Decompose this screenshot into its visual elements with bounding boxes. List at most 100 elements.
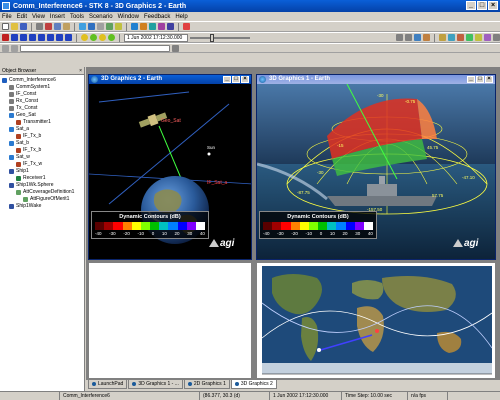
3d-vector-icon[interactable] bbox=[466, 34, 473, 41]
help-icon[interactable] bbox=[183, 23, 190, 30]
tab-3d-graphics-1[interactable]: 3D Graphics 1 - ... bbox=[128, 380, 183, 389]
increase-step-icon[interactable] bbox=[65, 34, 72, 41]
normal-mode-icon[interactable] bbox=[99, 34, 106, 41]
tree-item[interactable]: IF_Tx_w bbox=[0, 161, 84, 168]
ship-icon bbox=[9, 183, 14, 188]
menu-file[interactable]: File bbox=[2, 14, 12, 20]
tree-item[interactable]: Ship1Wk.Sphere bbox=[0, 182, 84, 189]
close-button[interactable]: × bbox=[485, 76, 493, 83]
minimize-button[interactable]: _ bbox=[223, 76, 231, 83]
sat-label: IF_Sat_a bbox=[207, 180, 228, 186]
menu-scenario[interactable]: Scenario bbox=[89, 14, 113, 20]
x-real-time-icon[interactable] bbox=[90, 34, 97, 41]
tab-2d-graphics-1[interactable]: 2D Graphics 1 bbox=[183, 380, 230, 389]
maximize-button[interactable]: □ bbox=[232, 76, 240, 83]
time-slider[interactable] bbox=[190, 33, 250, 42]
tree-item[interactable]: IF_Tx_b bbox=[0, 133, 84, 140]
object-browser-close-icon[interactable]: × bbox=[79, 67, 82, 74]
minimize-button[interactable]: _ bbox=[467, 76, 475, 83]
zoom-out-icon[interactable] bbox=[405, 34, 412, 41]
open-icon[interactable] bbox=[11, 23, 18, 30]
reset-icon[interactable] bbox=[2, 34, 9, 41]
print-icon[interactable] bbox=[36, 23, 43, 30]
tree-item[interactable]: AttCoverageDefinition1 bbox=[0, 189, 84, 196]
tree-item[interactable]: Tx_Const bbox=[0, 105, 84, 112]
step-back-icon[interactable] bbox=[11, 34, 18, 41]
graphics-window-earth1[interactable]: 3D Graphics 1 - Earth _ □ × -30 -0.75 -1… bbox=[256, 74, 496, 260]
copy-icon[interactable] bbox=[54, 23, 61, 30]
sensor-icon[interactable] bbox=[149, 23, 156, 30]
maximize-button[interactable]: □ bbox=[477, 1, 487, 10]
tree-item[interactable]: Sat_a bbox=[0, 126, 84, 133]
zoom-in-icon[interactable] bbox=[396, 34, 403, 41]
minimize-button[interactable]: _ bbox=[466, 1, 476, 10]
decrease-step-icon[interactable] bbox=[56, 34, 63, 41]
report-icon[interactable] bbox=[97, 23, 104, 30]
close-button[interactable]: × bbox=[241, 76, 249, 83]
tree-item[interactable]: IF_Tx_b bbox=[0, 147, 84, 154]
globe-icon[interactable] bbox=[79, 23, 86, 30]
tree-item[interactable]: Transmitter1 bbox=[0, 119, 84, 126]
close-button[interactable]: × bbox=[488, 1, 498, 10]
access-icon[interactable] bbox=[158, 23, 165, 30]
realtime-icon[interactable] bbox=[81, 34, 88, 41]
2d-map[interactable] bbox=[257, 263, 496, 379]
satellite-icon[interactable] bbox=[131, 23, 138, 30]
3d-globe-icon[interactable] bbox=[448, 34, 455, 41]
save-icon[interactable] bbox=[20, 23, 27, 30]
new-icon[interactable] bbox=[2, 23, 9, 30]
3d-aircraft-icon[interactable] bbox=[457, 34, 464, 41]
coverage-icon[interactable] bbox=[167, 23, 174, 30]
3d-properties-icon[interactable] bbox=[493, 34, 500, 41]
dropdown-icon[interactable] bbox=[172, 44, 179, 52]
menu-window[interactable]: Window bbox=[118, 14, 139, 20]
menu-insert[interactable]: Insert bbox=[50, 14, 65, 20]
cut-icon[interactable] bbox=[45, 23, 52, 30]
menu-view[interactable]: View bbox=[32, 14, 45, 20]
menu-feedback[interactable]: Feedback bbox=[144, 14, 170, 20]
current-time-field[interactable]: 1 Jun 2002 17:12:30.000 bbox=[124, 33, 188, 42]
tab-launchpad[interactable]: LaunchPad bbox=[88, 380, 128, 389]
properties-icon[interactable] bbox=[115, 23, 122, 30]
tree-item[interactable]: AttFigureOfMerit1 bbox=[0, 196, 84, 203]
figure-of-merit-icon bbox=[23, 197, 28, 202]
tree-item[interactable]: Comm_Interference6 bbox=[0, 77, 84, 84]
animation-mode-icon[interactable] bbox=[108, 34, 115, 41]
graph-icon[interactable] bbox=[106, 23, 113, 30]
play-icon[interactable] bbox=[38, 34, 45, 41]
time-slider-thumb[interactable] bbox=[210, 33, 214, 42]
facility-icon[interactable] bbox=[140, 23, 147, 30]
tree-item[interactable]: CommSystem1 bbox=[0, 84, 84, 91]
map-icon[interactable] bbox=[88, 23, 95, 30]
paste-icon[interactable] bbox=[63, 23, 70, 30]
tree-item[interactable]: Ship1Wake bbox=[0, 203, 84, 210]
graphics-window-earth2[interactable]: 3D Graphics 2 - Earth _ □ × Geo_Sat Sun … bbox=[88, 74, 252, 260]
3d-object-icon[interactable] bbox=[439, 34, 446, 41]
transmitter-icon bbox=[16, 134, 21, 139]
step-forward-icon[interactable] bbox=[47, 34, 54, 41]
tree-item[interactable]: IF_Const bbox=[0, 91, 84, 98]
view-from-to-icon[interactable] bbox=[423, 34, 430, 41]
object-selector[interactable] bbox=[20, 44, 170, 52]
tree-item[interactable]: Geo_Sat bbox=[0, 112, 84, 119]
pause-icon[interactable] bbox=[29, 34, 36, 41]
3d-light-icon[interactable] bbox=[475, 34, 482, 41]
home-view-icon[interactable] bbox=[414, 34, 421, 41]
maximize-button[interactable]: □ bbox=[476, 76, 484, 83]
transmitter-icon bbox=[16, 162, 21, 167]
play-reverse-icon[interactable] bbox=[20, 34, 27, 41]
3d-annotation-icon[interactable] bbox=[484, 34, 491, 41]
tree-item[interactable]: Ship1 bbox=[0, 168, 84, 175]
tree-item[interactable]: Sat_b bbox=[0, 140, 84, 147]
object-browser-header: Object Browser × bbox=[0, 67, 84, 75]
tree-item[interactable]: Receiver1 bbox=[0, 175, 84, 182]
pan-icon[interactable] bbox=[11, 44, 18, 52]
menu-help[interactable]: Help bbox=[175, 14, 187, 20]
tree-item[interactable]: Sat_w bbox=[0, 154, 84, 161]
2d-map-window[interactable] bbox=[256, 262, 496, 379]
menu-edit[interactable]: Edit bbox=[17, 14, 27, 20]
tab-3d-graphics-2[interactable]: 3D Graphics 2 bbox=[230, 380, 277, 389]
pointer-icon[interactable] bbox=[2, 44, 9, 52]
tree-item[interactable]: Rx_Const bbox=[0, 98, 84, 105]
menu-tools[interactable]: Tools bbox=[70, 14, 84, 20]
